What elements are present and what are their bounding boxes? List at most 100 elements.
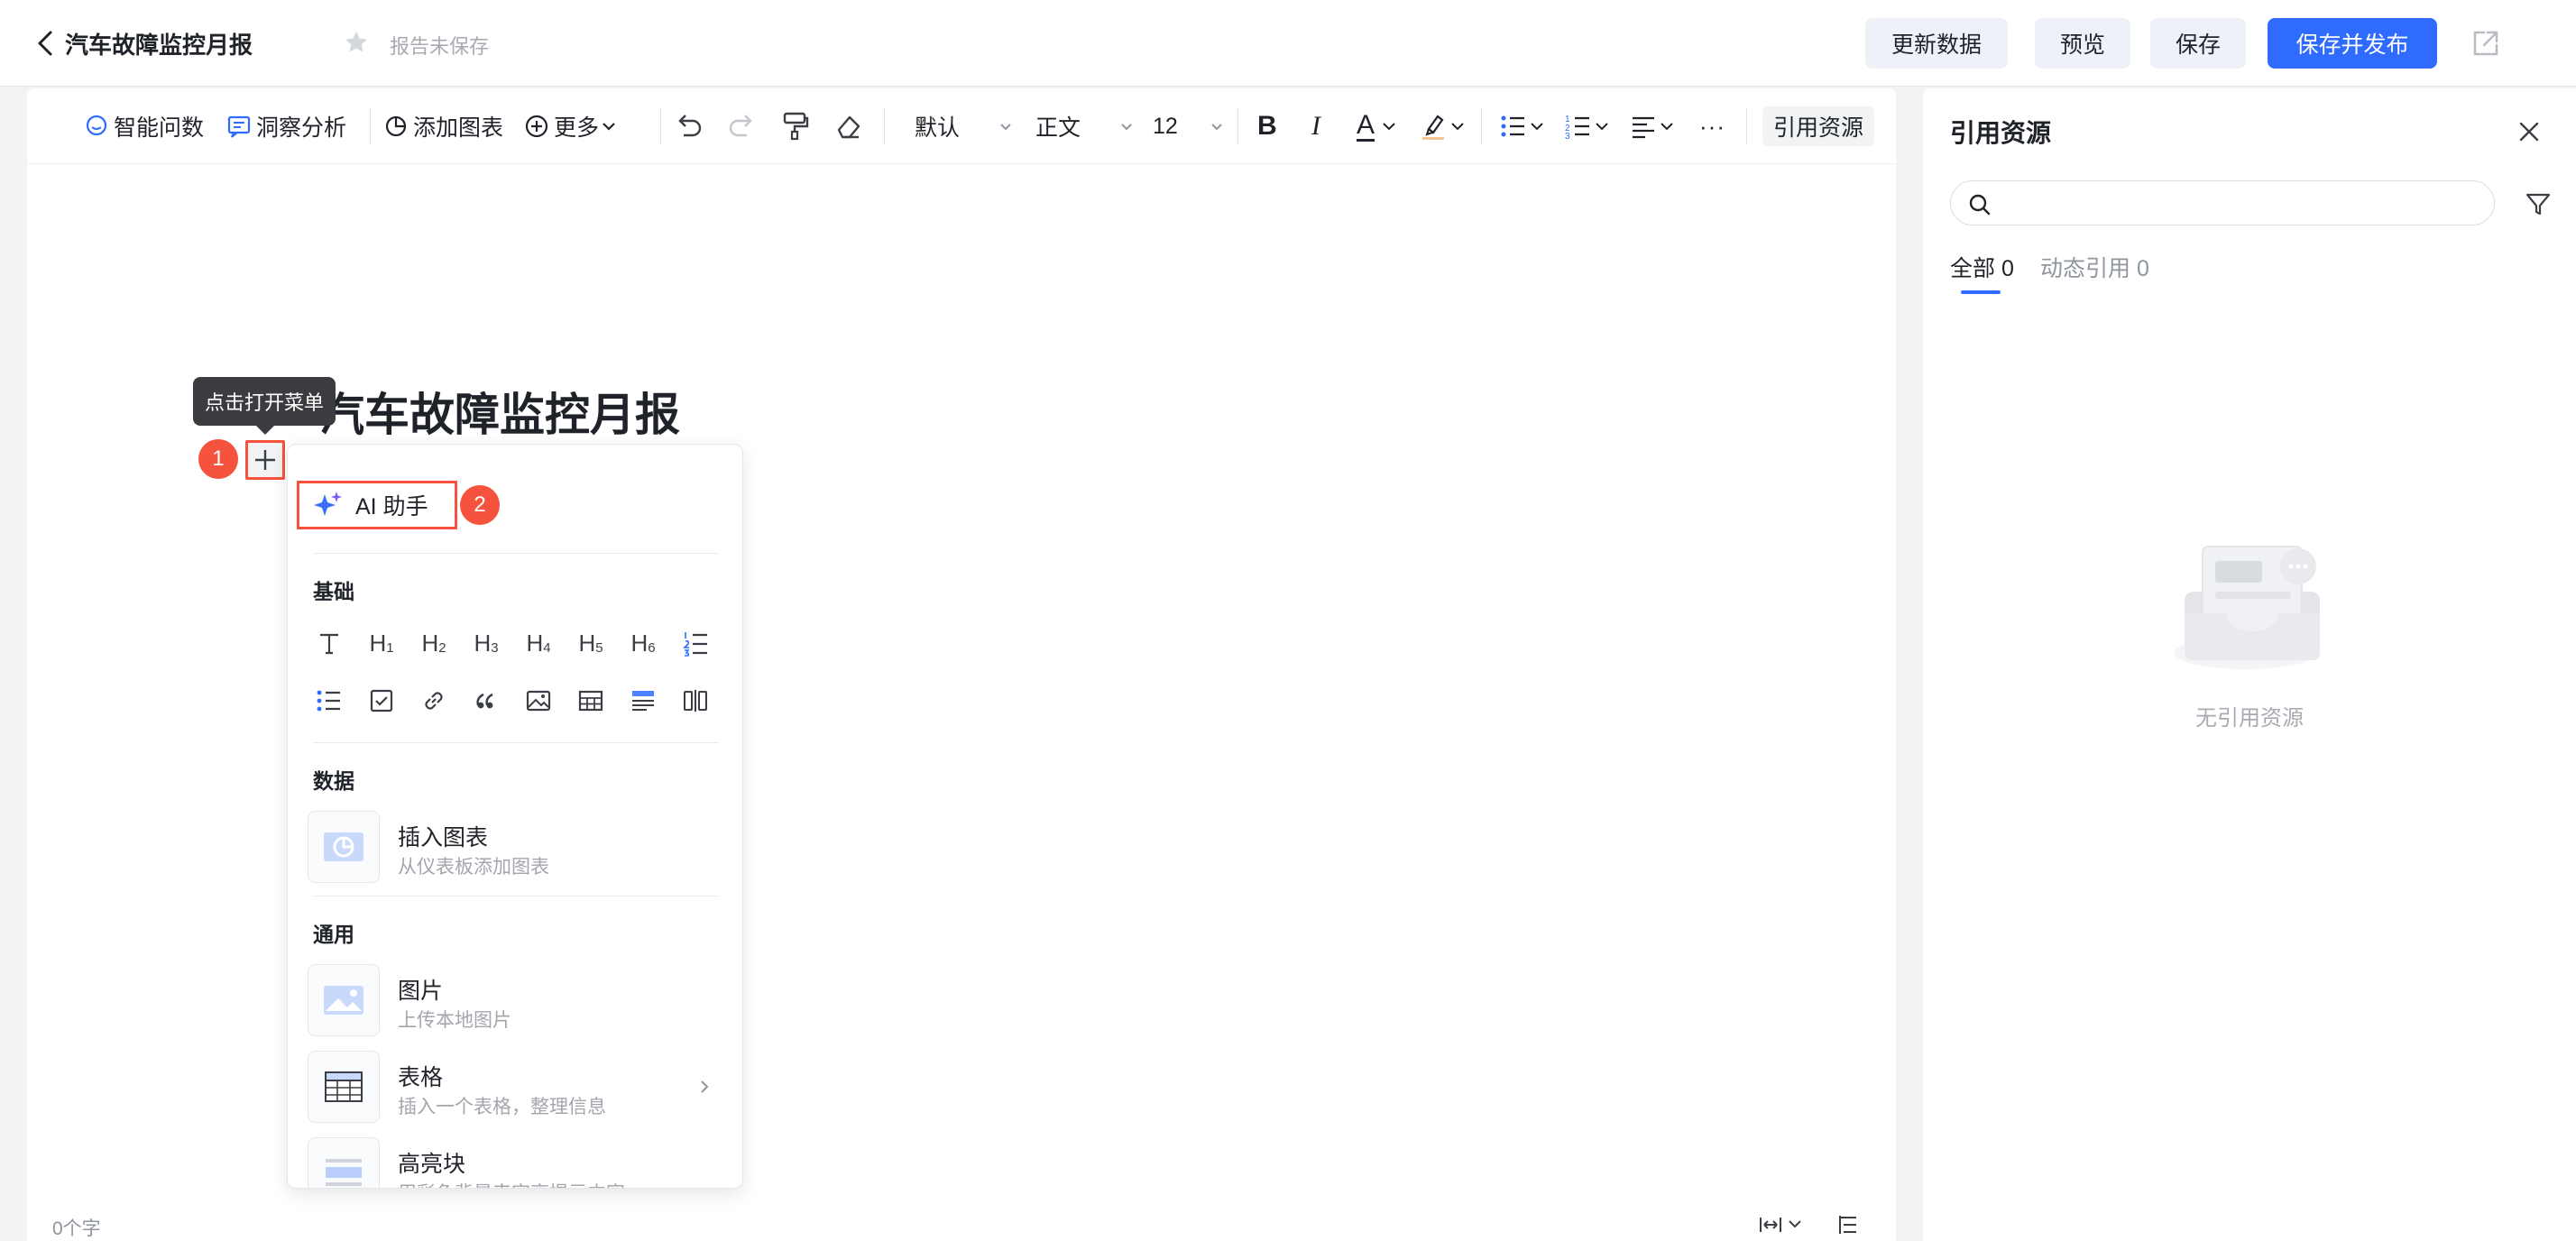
status-bar: 0个字 (27, 1205, 1896, 1241)
cite-resources-button[interactable]: 引用资源 (1762, 106, 1875, 146)
chart-thumbnail-icon (308, 811, 380, 883)
insert-chart-item[interactable]: 插入图表 从仪表板添加图表 (308, 811, 724, 883)
insight-analysis-button[interactable]: 洞察分析 (225, 106, 346, 146)
svg-text:3: 3 (1565, 132, 1570, 140)
step-badge-1: 1 (198, 439, 238, 479)
image-icon[interactable] (520, 683, 557, 719)
highlighter-icon (1422, 115, 1444, 140)
link-icon[interactable] (416, 683, 452, 719)
comment-lines-icon (227, 115, 251, 138)
heading4-icon[interactable]: H4 (520, 625, 557, 661)
toolbar-divider (1746, 108, 1747, 144)
ordered-list-button[interactable]: 1 2 3 (1564, 106, 1611, 146)
step-badge-2: 2 (460, 485, 500, 525)
heading6-icon[interactable]: H6 (625, 625, 661, 661)
share-external-icon[interactable] (2468, 25, 2504, 61)
tab-all[interactable]: 全部 0 (1950, 251, 2014, 283)
bullet-list-button[interactable] (1499, 106, 1546, 146)
columns-icon[interactable] (677, 683, 713, 719)
save-publish-button[interactable]: 保存并发布 (2268, 18, 2437, 69)
section-general-title: 通用 (313, 923, 354, 946)
chevron-down-icon (1596, 123, 1608, 131)
save-button[interactable]: 保存 (2150, 18, 2246, 69)
active-tab-indicator (1961, 290, 2001, 294)
cite-resources-panel: 引用资源 全部 0 动态引用 0 无引用资源 (1923, 88, 2576, 1241)
font-size-select[interactable]: 12 (1153, 106, 1225, 146)
report-title[interactable]: 汽车故障监控月报 (65, 27, 253, 60)
font-color-button[interactable]: A (1357, 106, 1398, 146)
filter-icon[interactable] (2524, 189, 2553, 218)
star-icon[interactable] (343, 29, 370, 56)
highlight-thumbnail-icon (308, 1137, 380, 1188)
smart-query-button[interactable]: 智能问数 (83, 106, 204, 146)
picture-item[interactable]: 图片 上传本地图片 (308, 964, 724, 1036)
toolbar-divider (1481, 108, 1482, 144)
plus-circle-icon (525, 115, 548, 138)
open-menu-plus-button[interactable] (245, 440, 285, 480)
preview-button[interactable]: 预览 (2035, 18, 2130, 69)
menu-divider (313, 742, 719, 743)
tooltip: 点击打开菜单 (193, 377, 336, 426)
editor-toolbar: 智能问数 洞察分析 添加图表 更多 默认 正文 12 B I A 1 2 3 ·… (27, 88, 1896, 164)
add-chart-button[interactable]: 添加图表 (382, 106, 503, 146)
document-title[interactable]: 汽车故障监控月报 (319, 379, 680, 444)
heading3-icon[interactable]: H3 (468, 625, 504, 661)
toolbar-divider (884, 108, 885, 144)
align-button[interactable] (1629, 106, 1676, 146)
section-basic-title: 基础 (313, 580, 354, 603)
menu-divider (313, 553, 719, 554)
text-icon[interactable] (311, 625, 347, 661)
more-insert-button[interactable]: 更多 (523, 106, 619, 146)
bold-button[interactable]: B (1257, 106, 1277, 146)
align-left-icon (1633, 116, 1654, 139)
ai-assistant-item[interactable]: AI 助手 (297, 481, 457, 529)
chevron-down-icon (1383, 123, 1395, 131)
chevron-down-icon (1211, 124, 1222, 131)
toolbar-divider (370, 108, 371, 144)
search-box (1950, 180, 2495, 225)
outline-icon[interactable] (1835, 1212, 1862, 1237)
bullet-list-icon[interactable] (311, 683, 347, 719)
search-input[interactable] (2003, 188, 2472, 217)
checkbox-icon[interactable] (363, 683, 400, 719)
panel-title: 引用资源 (1950, 119, 2052, 147)
italic-button[interactable]: I (1311, 106, 1320, 146)
redo-icon[interactable] (725, 106, 758, 146)
table-item[interactable]: 表格 插入一个表格，整理信息 (308, 1051, 724, 1123)
chevron-right-icon (701, 1080, 709, 1093)
chevron-down-icon (603, 123, 615, 131)
chevron-down-icon (1000, 124, 1011, 131)
table-icon[interactable] (573, 683, 609, 719)
table-thumbnail-icon (308, 1051, 380, 1123)
chevron-down-icon (1531, 123, 1543, 131)
quote-icon[interactable] (468, 683, 504, 719)
picture-thumbnail-icon (308, 964, 380, 1036)
style-select[interactable]: 默认 (915, 106, 1014, 146)
pie-chart-icon (385, 115, 407, 137)
word-count: 0个字 (52, 1218, 101, 1239)
more-options-button[interactable]: ··· (1699, 106, 1725, 146)
chevron-down-icon (1451, 123, 1464, 131)
highlight-color-button[interactable] (1420, 106, 1467, 146)
heading5-icon[interactable]: H5 (573, 625, 609, 661)
toolbar-divider (1237, 108, 1238, 144)
heading1-icon[interactable]: H1 (363, 625, 400, 661)
format-painter-icon[interactable] (779, 106, 812, 146)
tab-dynamic-citations[interactable]: 动态引用 0 (2040, 251, 2149, 283)
top-bar: 汽车故障监控月报 报告未保存 更新数据 预览 保存 保存并发布 (0, 0, 2576, 87)
update-data-button[interactable]: 更新数据 (1865, 18, 2008, 69)
highlight-block-icon[interactable] (625, 683, 661, 719)
tooltip-arrow (256, 426, 274, 435)
toolbar-divider (660, 108, 661, 144)
undo-icon[interactable] (673, 106, 705, 146)
paragraph-select[interactable]: 正文 (1035, 106, 1135, 146)
close-icon[interactable] (2513, 115, 2545, 148)
save-status: 报告未保存 (390, 35, 490, 58)
heading2-icon[interactable]: H2 (416, 625, 452, 661)
page-width-icon[interactable] (1757, 1212, 1808, 1237)
eraser-icon[interactable] (832, 106, 864, 146)
highlight-block-item[interactable]: 高亮块 用彩色背景来突亮提示内容 (308, 1137, 724, 1188)
ordered-list-icon[interactable] (677, 625, 713, 661)
sparkle-icon (314, 492, 342, 516)
back-chevron-icon[interactable] (29, 25, 65, 61)
